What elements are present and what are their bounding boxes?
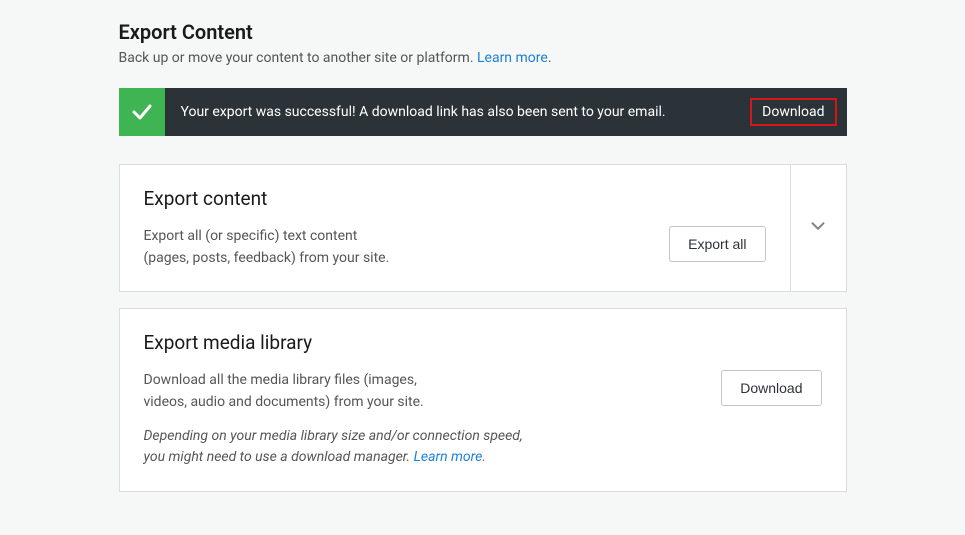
export-media-desc-line2: videos, audio and documents) from your s… bbox=[144, 394, 424, 410]
export-content-desc: Export all (or specific) text content (p… bbox=[144, 226, 390, 269]
subtitle-suffix: . bbox=[548, 50, 552, 66]
success-notice: Your export was successful! A download l… bbox=[119, 88, 847, 136]
export-content-desc-line2: (pages, posts, feedback) from your site. bbox=[144, 250, 390, 266]
export-content-desc-line1: Export all (or specific) text content bbox=[144, 228, 358, 244]
media-note-line2: you might need to use a download manager… bbox=[144, 449, 414, 465]
subtitle-text: Back up or move your content to another … bbox=[119, 50, 477, 66]
download-media-button[interactable]: Download bbox=[721, 370, 821, 406]
export-media-desc-line1: Download all the media library files (im… bbox=[144, 372, 417, 388]
export-content-title: Export content bbox=[144, 187, 766, 210]
notice-message: Your export was successful! A download l… bbox=[165, 88, 751, 136]
page-subtitle: Back up or move your content to another … bbox=[119, 50, 847, 66]
export-media-note: Depending on your media library size and… bbox=[144, 426, 523, 469]
export-media-desc: Download all the media library files (im… bbox=[144, 370, 523, 413]
download-button[interactable]: Download bbox=[750, 98, 836, 126]
export-all-button[interactable]: Export all bbox=[669, 226, 765, 262]
page-title: Export Content bbox=[119, 20, 847, 44]
learn-more-link[interactable]: Learn more bbox=[477, 50, 548, 66]
check-icon bbox=[119, 88, 165, 136]
expand-toggle[interactable] bbox=[790, 165, 846, 291]
media-note-suffix: . bbox=[482, 449, 486, 465]
export-media-title: Export media library bbox=[144, 331, 822, 354]
media-learn-more-link[interactable]: Learn more bbox=[414, 449, 483, 465]
export-content-card: Export content Export all (or specific) … bbox=[119, 164, 847, 292]
export-media-card: Export media library Download all the me… bbox=[119, 308, 847, 492]
media-note-line1: Depending on your media library size and… bbox=[144, 428, 523, 444]
chevron-down-icon bbox=[807, 215, 829, 241]
